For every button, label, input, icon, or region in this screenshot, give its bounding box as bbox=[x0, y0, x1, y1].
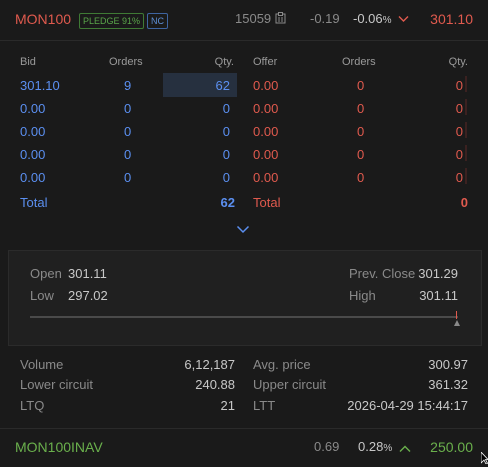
expand-depth-chevron-down-icon[interactable] bbox=[236, 222, 250, 237]
offer-qty-bar bbox=[465, 145, 467, 161]
ltq-label: LTQ bbox=[20, 398, 45, 413]
offer-qty: 0 bbox=[455, 101, 463, 116]
offer-header: Offer bbox=[253, 56, 278, 68]
bid-qty: 0 bbox=[222, 170, 230, 185]
pledge-badge: PLEDGE 91% bbox=[79, 13, 145, 29]
upper-circuit-label: Upper circuit bbox=[253, 377, 326, 392]
offer-qty-bar bbox=[465, 76, 467, 92]
chevron-up-icon bbox=[399, 441, 411, 456]
volume-label: Volume bbox=[20, 357, 64, 372]
bid-orders-header: Orders bbox=[109, 56, 143, 68]
footer-change-pct: 0.28% bbox=[358, 439, 393, 454]
footer-divider bbox=[0, 428, 488, 429]
low-label: Low bbox=[30, 288, 54, 303]
prev-close-label: Prev. Close bbox=[349, 266, 416, 281]
day-range-track bbox=[30, 316, 458, 318]
avg-price-label: Avg. price bbox=[253, 357, 311, 372]
bid-price: 0.00 bbox=[20, 124, 46, 139]
instrument-symbol[interactable]: MON100 bbox=[15, 11, 71, 27]
bid-qty-header: Qty. bbox=[214, 56, 234, 68]
offer-orders: 0 bbox=[357, 101, 365, 116]
avg-price-value: 300.97 bbox=[428, 357, 468, 372]
ltq-value: 21 bbox=[220, 398, 235, 413]
lower-circuit-label: Lower circuit bbox=[20, 377, 93, 392]
offer-qty-bar bbox=[465, 99, 467, 115]
ltp-marker bbox=[456, 311, 457, 319]
offer-price: 0.00 bbox=[253, 170, 279, 185]
bid-qty: 62 bbox=[215, 78, 230, 93]
offer-qty: 0 bbox=[455, 124, 463, 139]
offer-total-label: Total bbox=[253, 195, 281, 210]
header-change-pct: -0.06% bbox=[353, 11, 392, 26]
ltt-label: LTT bbox=[253, 398, 276, 413]
range-pointer-icon bbox=[454, 320, 460, 326]
offer-qty: 0 bbox=[455, 170, 463, 185]
offer-price: 0.00 bbox=[253, 124, 279, 139]
offer-qty-bar bbox=[465, 122, 467, 138]
bid-price: 301.10 bbox=[20, 78, 60, 93]
offer-total: 0 bbox=[460, 195, 468, 210]
clipboard-icon bbox=[275, 12, 286, 27]
header-ltp: 301.10 bbox=[430, 11, 473, 27]
lower-circuit-value: 240.88 bbox=[195, 377, 235, 392]
bid-price: 0.00 bbox=[20, 101, 46, 116]
offer-qty: 0 bbox=[455, 147, 463, 162]
bid-orders: 0 bbox=[124, 101, 132, 116]
volume-value: 6,12,187 bbox=[184, 357, 235, 372]
offer-price: 0.00 bbox=[253, 78, 279, 93]
offer-orders: 0 bbox=[357, 170, 365, 185]
bid-qty: 0 bbox=[222, 147, 230, 162]
bid-price: 0.00 bbox=[20, 170, 46, 185]
open-value: 301.11 bbox=[68, 266, 107, 281]
high-label: High bbox=[349, 288, 376, 303]
bid-orders: 0 bbox=[124, 124, 132, 139]
bid-orders: 9 bbox=[124, 78, 132, 93]
high-value: 301.11 bbox=[419, 288, 458, 303]
upper-circuit-value: 361.32 bbox=[428, 377, 468, 392]
offer-qty-header: Qty. bbox=[448, 56, 468, 68]
prev-close-value: 301.29 bbox=[418, 266, 458, 281]
offer-orders-header: Orders bbox=[342, 56, 376, 68]
offer-price: 0.00 bbox=[253, 101, 279, 116]
nc-badge: NC bbox=[147, 13, 168, 29]
instrument-header[interactable]: MON100 PLEDGE 91% NC 15059 -0.19 -0.06% … bbox=[0, 0, 488, 41]
header-change: -0.19 bbox=[310, 11, 340, 26]
low-value: 297.02 bbox=[68, 288, 108, 303]
bid-total: 62 bbox=[220, 195, 235, 210]
bid-orders: 0 bbox=[124, 170, 132, 185]
offer-qty-bar bbox=[465, 168, 467, 184]
offer-price: 0.00 bbox=[253, 147, 279, 162]
mouse-cursor-icon bbox=[480, 450, 488, 467]
offer-orders: 0 bbox=[357, 147, 365, 162]
bid-qty: 0 bbox=[222, 101, 230, 116]
bid-header: Bid bbox=[20, 56, 36, 68]
bid-qty: 0 bbox=[222, 124, 230, 139]
footer-ltp: 250.00 bbox=[430, 439, 473, 455]
offer-orders: 0 bbox=[357, 78, 365, 93]
footer-change: 0.69 bbox=[314, 439, 340, 454]
header-volume: 15059 bbox=[235, 11, 272, 26]
footer-symbol[interactable]: MON100INAV bbox=[15, 439, 103, 455]
offer-orders: 0 bbox=[357, 124, 365, 139]
ltt-value: 2026-04-29 15:44:17 bbox=[347, 398, 468, 413]
bid-price: 0.00 bbox=[20, 147, 46, 162]
offer-qty: 0 bbox=[455, 78, 463, 93]
bid-orders: 0 bbox=[124, 147, 132, 162]
open-label: Open bbox=[30, 266, 62, 281]
chevron-down-icon bbox=[398, 11, 409, 26]
bid-total-label: Total bbox=[20, 195, 48, 210]
